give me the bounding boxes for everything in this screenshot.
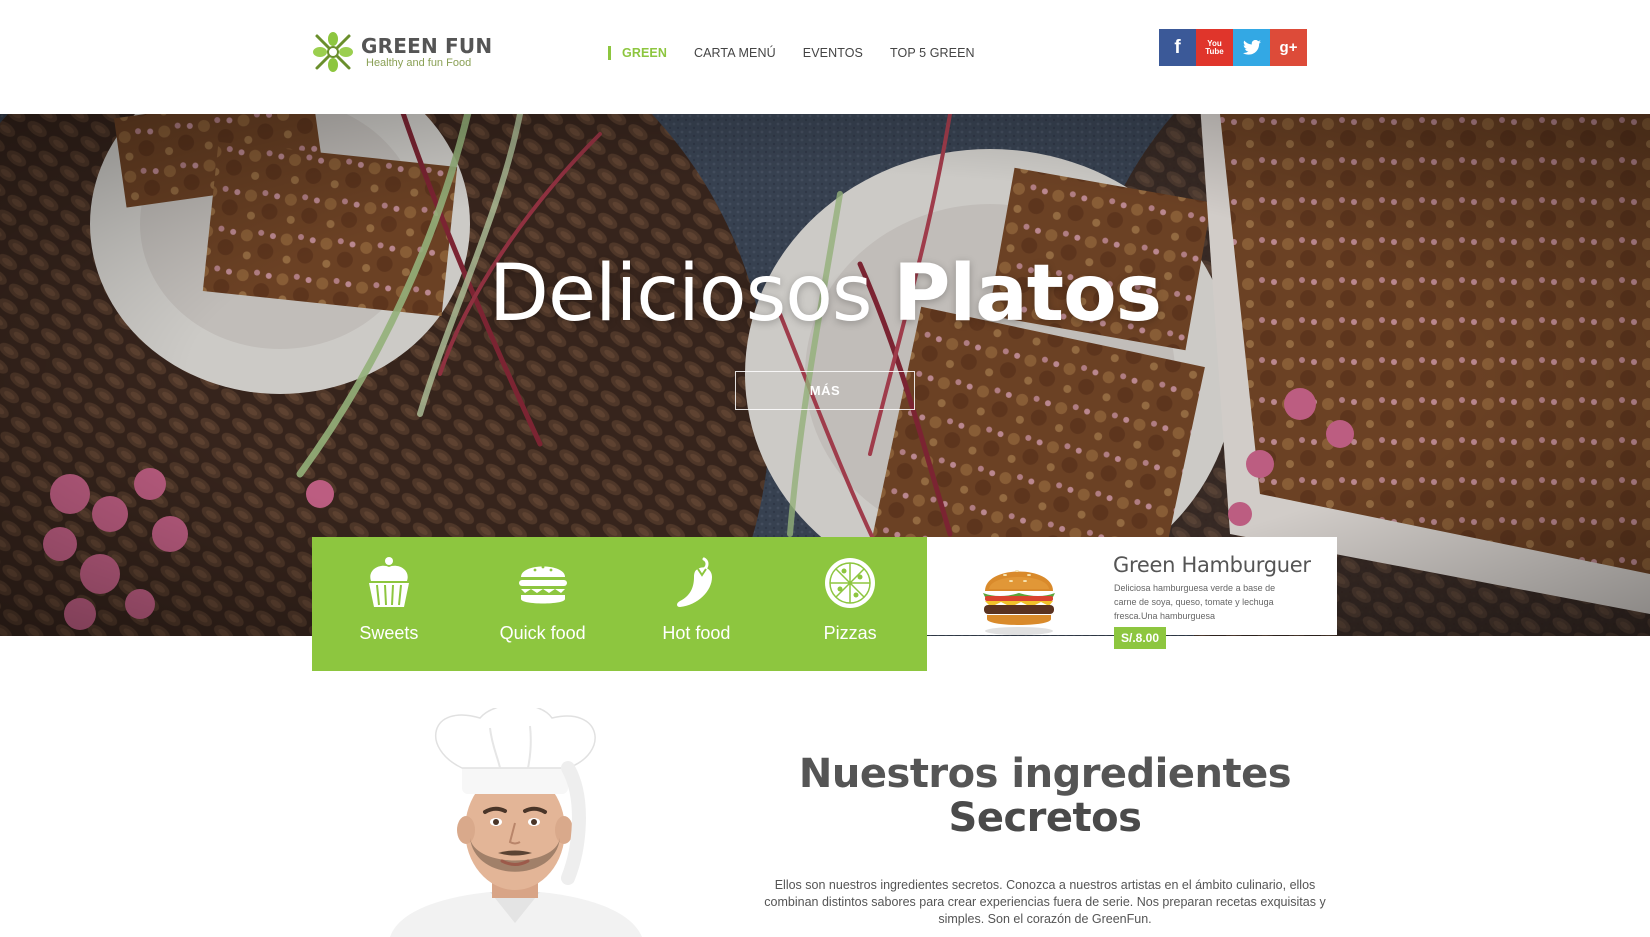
burger-icon — [518, 565, 567, 604]
site-header: GREEN FUN Healthy and fun Food GREEN CAR… — [0, 0, 1650, 114]
featured-item-title: Green Hamburguer — [1113, 553, 1311, 577]
facebook-icon[interactable]: f — [1159, 29, 1196, 66]
facebook-glyph: f — [1174, 36, 1181, 58]
hero-more-button[interactable]: MÁS — [735, 371, 915, 410]
main-nav: GREEN CARTA MENÚ EVENTOS TOP 5 GREEN — [608, 46, 1002, 60]
hero-title: Deliciosos Platos — [0, 254, 1650, 333]
twitter-icon[interactable] — [1233, 29, 1270, 66]
googleplus-glyph: g+ — [1279, 39, 1298, 56]
nav-item-top5-green[interactable]: TOP 5 GREEN — [890, 46, 975, 60]
chili-pepper-icon — [677, 557, 713, 607]
nav-item-carta-menu[interactable]: CARTA MENÚ — [694, 46, 776, 60]
youtube-icon[interactable]: You Tube — [1196, 29, 1233, 66]
nav-item-green[interactable]: GREEN — [608, 46, 667, 60]
nav-item-eventos[interactable]: EVENTOS — [803, 46, 863, 60]
ingredients-title-bold: Secretos — [948, 795, 1142, 841]
category-hot-food[interactable]: Hot food — [620, 537, 774, 671]
googleplus-icon[interactable]: g+ — [1270, 29, 1307, 66]
category-quick-food[interactable]: Quick food — [466, 537, 620, 671]
logo-icon — [313, 32, 353, 72]
featured-item-card[interactable]: Green Hamburguer Deliciosa hamburguesa v… — [927, 537, 1337, 649]
category-label: Hot food — [662, 623, 731, 643]
ingredients-title: Nuestros ingredientes Secretos — [760, 752, 1330, 840]
category-pizzas[interactable]: Pizzas — [773, 537, 927, 671]
category-band: Sweets Quick food Hot food Pizzas — [312, 537, 927, 671]
hero-title-light: Deliciosos — [488, 249, 873, 339]
cupcake-icon — [368, 557, 409, 607]
chef-image — [390, 708, 642, 937]
category-label: Sweets — [359, 623, 419, 643]
ingredients-title-light: Nuestros ingredientes — [798, 751, 1292, 797]
logo[interactable]: GREEN FUN Healthy and fun Food — [311, 30, 492, 74]
category-sweets[interactable]: Sweets — [312, 537, 466, 671]
featured-item-description: Deliciosa hamburguesa verde a base de ca… — [1114, 583, 1276, 621]
category-label: Pizzas — [823, 623, 877, 643]
ingredients-description: Ellos son nuestros ingredientes secretos… — [764, 878, 1326, 926]
pizza-icon — [825, 558, 876, 608]
hamburger-image — [983, 570, 1055, 635]
featured-item-price: S/.8.00 — [1114, 627, 1167, 649]
logo-name: GREEN FUN — [361, 33, 493, 58]
hero-title-bold: Platos — [893, 249, 1162, 339]
category-label: Quick food — [499, 623, 586, 643]
social-links: f You Tube g+ — [1159, 29, 1307, 66]
twitter-bird-icon — [1242, 40, 1261, 55]
logo-tagline: Healthy and fun Food — [366, 56, 472, 69]
youtube-glyph-bottom: Tube — [1205, 46, 1224, 56]
